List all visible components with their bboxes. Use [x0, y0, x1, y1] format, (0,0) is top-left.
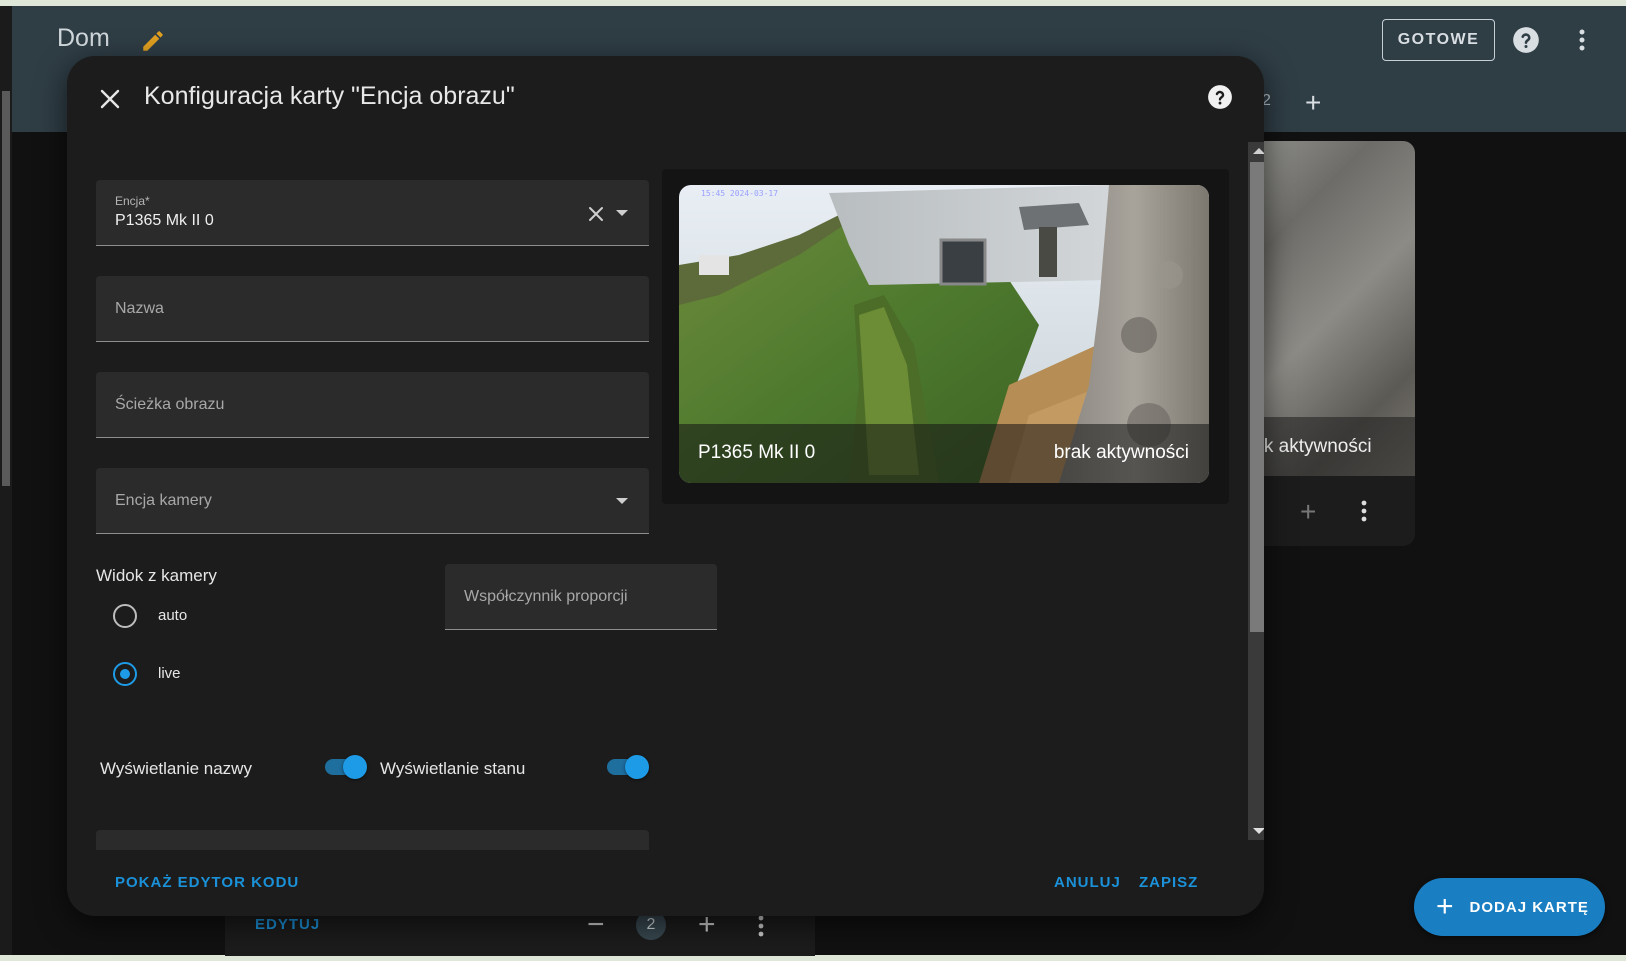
- image-path-label: Ścieżka obrazu: [115, 396, 225, 413]
- entity-value: P1365 Mk II 0: [115, 212, 214, 229]
- radio-auto[interactable]: [113, 604, 137, 628]
- done-button[interactable]: GOTOWE: [1382, 19, 1495, 61]
- toggle-knob: [343, 755, 367, 779]
- add-icon: +: [1436, 890, 1454, 923]
- dialog-title: Konfiguracja karty "Encja obrazu": [144, 82, 515, 110]
- preview-caption: P1365 Mk II 0 brak aktywności: [679, 424, 1209, 483]
- scroll-down-icon[interactable]: [1253, 828, 1264, 834]
- help-icon[interactable]: [1512, 26, 1540, 54]
- radio-auto-label[interactable]: auto: [158, 607, 187, 624]
- preview-state: brak aktywności: [1053, 442, 1189, 463]
- dashboard-title: Dom: [57, 24, 110, 52]
- camera-entity-label: Encja kamery: [115, 492, 212, 509]
- camera-image: 15:45 2024-03-17 P1365 Mk II 0 brak akty…: [679, 185, 1209, 483]
- image-path-field[interactable]: Ścieżka obrazu: [96, 372, 649, 438]
- page-scrollbar[interactable]: [0, 6, 12, 956]
- entity-select[interactable]: Encja* P1365 Mk II 0: [96, 180, 649, 246]
- preview-name: P1365 Mk II 0: [698, 442, 816, 463]
- radio-live-label[interactable]: live: [158, 665, 181, 682]
- dialog-scrollbar-thumb[interactable]: [1250, 162, 1264, 632]
- toggle-knob: [625, 755, 649, 779]
- dropdown-caret-icon[interactable]: [616, 210, 628, 216]
- add-card-label: DODAJ KARTĘ: [1469, 898, 1589, 916]
- show-state-toggle[interactable]: [607, 753, 651, 781]
- name-label: Nazwa: [115, 300, 164, 317]
- show-state-label: Wyświetlanie stanu: [380, 759, 526, 778]
- name-field[interactable]: Nazwa: [96, 276, 649, 342]
- card-config-dialog: Konfiguracja karty "Encja obrazu" Encja*…: [67, 56, 1264, 916]
- cancel-button[interactable]: ANULUJ: [1054, 874, 1121, 891]
- show-name-toggle[interactable]: [325, 753, 369, 781]
- add-view-icon[interactable]: +: [1305, 89, 1321, 117]
- camera-view-label: Widok z kamery: [96, 566, 217, 585]
- aspect-ratio-label: Współczynnik proporcji: [464, 588, 628, 605]
- card-more-icon[interactable]: [755, 914, 767, 938]
- pencil-icon[interactable]: [140, 28, 166, 54]
- scroll-up-icon[interactable]: [1253, 148, 1264, 154]
- card-preview: 15:45 2024-03-17 P1365 Mk II 0 brak akty…: [662, 169, 1229, 504]
- entity-label: Encja*: [115, 194, 150, 208]
- page-scrollbar-thumb[interactable]: [2, 91, 10, 486]
- close-icon[interactable]: [99, 88, 121, 110]
- aspect-ratio-field[interactable]: Współczynnik proporcji: [445, 564, 717, 630]
- camera-entity-select[interactable]: Encja kamery: [96, 468, 649, 534]
- help-icon[interactable]: [1207, 84, 1233, 110]
- show-code-editor-button[interactable]: POKAŻ EDYTOR KODU: [115, 874, 299, 891]
- dialog-scrollbar[interactable]: [1248, 142, 1264, 840]
- background-card-plus-icon[interactable]: +: [1300, 496, 1316, 528]
- background-card-more-icon[interactable]: [1358, 498, 1370, 524]
- next-field-partial[interactable]: [96, 830, 649, 850]
- show-name-label: Wyświetlanie nazwy: [100, 759, 252, 778]
- save-button[interactable]: ZAPISZ: [1139, 874, 1198, 891]
- window-top-strip: [0, 0, 1626, 6]
- radio-live[interactable]: [113, 662, 137, 686]
- camera-timestamp: 15:45 2024-03-17: [701, 189, 778, 198]
- clear-icon[interactable]: [588, 206, 604, 222]
- edit-card-button[interactable]: EDYTUJ: [255, 916, 320, 933]
- add-card-button[interactable]: + DODAJ KARTĘ: [1414, 878, 1605, 936]
- more-vert-icon[interactable]: [1572, 26, 1592, 54]
- dropdown-caret-icon[interactable]: [616, 498, 628, 504]
